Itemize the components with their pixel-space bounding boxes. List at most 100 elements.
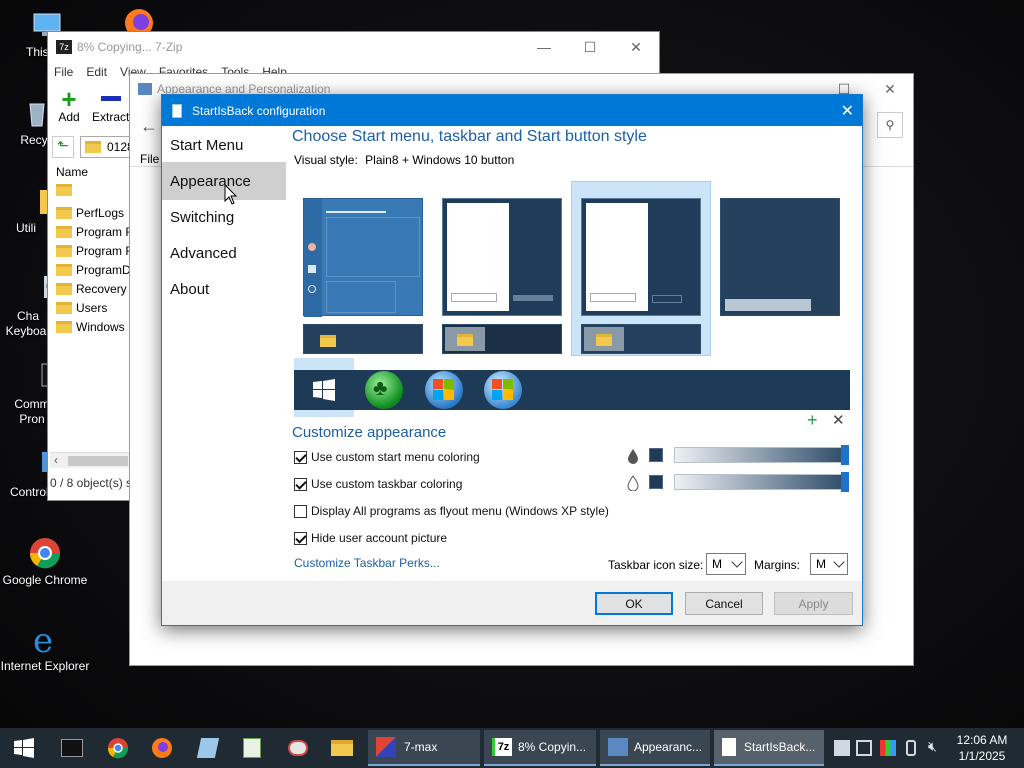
internet-explorer-icon: e — [28, 621, 62, 661]
folder-icon — [56, 301, 72, 314]
taskbar-style-3[interactable] — [581, 324, 701, 354]
clock[interactable]: 12:06 AM 1/1/2025 — [950, 732, 1014, 764]
chevron-down-icon — [833, 556, 845, 568]
scroll-thumb[interactable] — [68, 456, 128, 466]
checkbox-custom-start-menu-coloring[interactable]: Use custom start menu coloring — [294, 450, 480, 464]
taskbar-opacity-slider[interactable] — [674, 472, 849, 492]
taskbar-style-2[interactable] — [442, 324, 562, 354]
checkbox-box[interactable] — [294, 450, 307, 464]
up-folder-button[interactable]: ⬑ — [52, 136, 74, 158]
control-panel-icon — [138, 83, 152, 95]
checkbox-box[interactable] — [294, 477, 307, 491]
start-button-windows10[interactable] — [294, 358, 354, 417]
opacity-drop-filled-icon — [628, 449, 638, 464]
taskbar-color-swatch[interactable] — [649, 475, 663, 489]
start-button[interactable] — [12, 736, 36, 760]
style-option-windows8[interactable] — [720, 198, 840, 316]
tray-colors-icon[interactable] — [880, 740, 896, 756]
startisback-dialog[interactable]: StartIsBack configuration ✕ Start Menu A… — [161, 94, 863, 626]
search-box[interactable]: ⚲ — [877, 112, 903, 138]
tray-app-icon[interactable] — [834, 740, 850, 756]
list-item[interactable]: PerfLogs — [56, 203, 137, 222]
remove-icon[interactable]: ✕ — [832, 411, 845, 429]
start-button-orb-windows7[interactable] — [425, 371, 463, 409]
ok-button[interactable]: OK — [595, 592, 673, 615]
chrome-icon — [28, 536, 62, 570]
extract-button[interactable]: Extract — [92, 88, 132, 124]
chevron-left-icon[interactable]: ‹ — [54, 453, 58, 467]
menu-file[interactable]: File — [54, 65, 73, 79]
taskbar-notepad[interactable] — [196, 736, 220, 760]
customize-taskbar-perks-link[interactable]: Customize Taskbar Perks... — [294, 556, 440, 570]
taskbar-terminal[interactable] — [60, 736, 84, 760]
file-name: PerfLogs — [76, 205, 125, 220]
apply-button[interactable]: Apply — [774, 592, 853, 615]
windows-flag-icon — [433, 379, 454, 400]
desktop-icon-chrome[interactable]: Google Chrome — [0, 536, 90, 587]
list-item[interactable]: Program Fi — [56, 241, 137, 260]
taskbar-firefox[interactable] — [150, 736, 174, 760]
list-item[interactable]: Windows — [56, 317, 137, 336]
start-button-orb-windows7-alt[interactable] — [484, 371, 522, 409]
maximize-button[interactable]: ☐ — [567, 32, 613, 62]
list-item[interactable] — [56, 184, 137, 203]
task-appearance[interactable]: Appearanc... — [600, 730, 710, 766]
minimize-button[interactable]: — — [521, 32, 567, 62]
taskbar-file-explorer[interactable] — [330, 736, 354, 760]
start-menu-color-swatch[interactable] — [649, 448, 663, 462]
cancel-button[interactable]: Cancel — [685, 592, 763, 615]
slider-thumb[interactable] — [841, 472, 849, 492]
menu-edit[interactable]: Edit — [86, 65, 107, 79]
add-icon[interactable]: + — [807, 410, 818, 431]
close-button[interactable]: ✕ — [867, 74, 913, 104]
network-icon[interactable] — [856, 740, 872, 756]
style-option-plain8[interactable] — [442, 198, 562, 316]
start-button-orb-clover[interactable]: ♣ — [365, 371, 403, 409]
checkbox-custom-taskbar-coloring[interactable]: Use custom taskbar coloring — [294, 477, 462, 491]
sidebar-item-advanced[interactable]: Advanced — [162, 234, 286, 272]
checkbox-flyout-menu[interactable]: Display All programs as flyout menu (Win… — [294, 504, 609, 518]
dialog-titlebar[interactable]: StartIsBack configuration ✕ — [162, 95, 862, 126]
clover-icon: ♣ — [373, 375, 388, 400]
startisback-app-icon — [722, 738, 736, 756]
taskbar-app-chart[interactable] — [240, 736, 264, 760]
sidebar-item-start-menu[interactable]: Start Menu — [162, 126, 286, 164]
menu-file[interactable]: File — [140, 152, 159, 166]
task-startisback[interactable]: StartIsBack... — [714, 730, 824, 766]
horizontal-scrollbar[interactable]: ‹ — [50, 452, 130, 468]
usb-icon[interactable] — [906, 740, 916, 756]
folder-icon — [56, 263, 72, 276]
list-item[interactable]: Program Fi — [56, 222, 137, 241]
volume-muted-icon[interactable]: 🔇︎ — [928, 738, 937, 755]
back-arrow-icon[interactable]: ← — [140, 116, 158, 137]
list-item[interactable]: Recovery — [56, 279, 137, 298]
column-header-name[interactable]: Name — [56, 165, 88, 179]
desktop-icon-label: Internet Explorer — [0, 659, 90, 673]
taskbar-style-1[interactable] — [303, 324, 423, 354]
list-item[interactable]: Users — [56, 298, 137, 317]
style-option-windows7-plain[interactable] — [581, 198, 701, 316]
close-button[interactable]: ✕ — [613, 32, 659, 62]
slider-thumb[interactable] — [841, 445, 849, 465]
list-item[interactable]: ProgramDa — [56, 260, 137, 279]
select-value: M — [712, 557, 722, 571]
file-name: Program Fi — [76, 224, 136, 239]
desktop-icon-internet-explorer[interactable]: e Internet Explorer — [0, 621, 90, 673]
task-7max[interactable]: 7-max — [368, 730, 480, 766]
taskbar-icon-size-select[interactable]: M — [706, 553, 746, 575]
paint-icon — [288, 740, 308, 756]
style-option-windows10[interactable] — [303, 198, 423, 317]
taskbar-paint[interactable] — [286, 736, 310, 760]
taskbar-chrome[interactable] — [106, 736, 130, 760]
start-menu-opacity-slider[interactable] — [674, 445, 849, 465]
7zip-app-icon: 7z — [56, 40, 72, 54]
chart-app-icon — [243, 738, 261, 758]
checkbox-hide-user-picture[interactable]: Hide user account picture — [294, 531, 447, 545]
sidebar-item-about[interactable]: About — [162, 270, 286, 308]
margins-select[interactable]: M — [810, 553, 848, 575]
task-7zip[interactable]: 7z 8% Copyin... — [484, 730, 596, 766]
add-button[interactable]: + Add — [54, 86, 84, 124]
checkbox-box[interactable] — [294, 504, 307, 518]
checkbox-box[interactable] — [294, 531, 307, 545]
close-button[interactable]: ✕ — [841, 101, 854, 121]
